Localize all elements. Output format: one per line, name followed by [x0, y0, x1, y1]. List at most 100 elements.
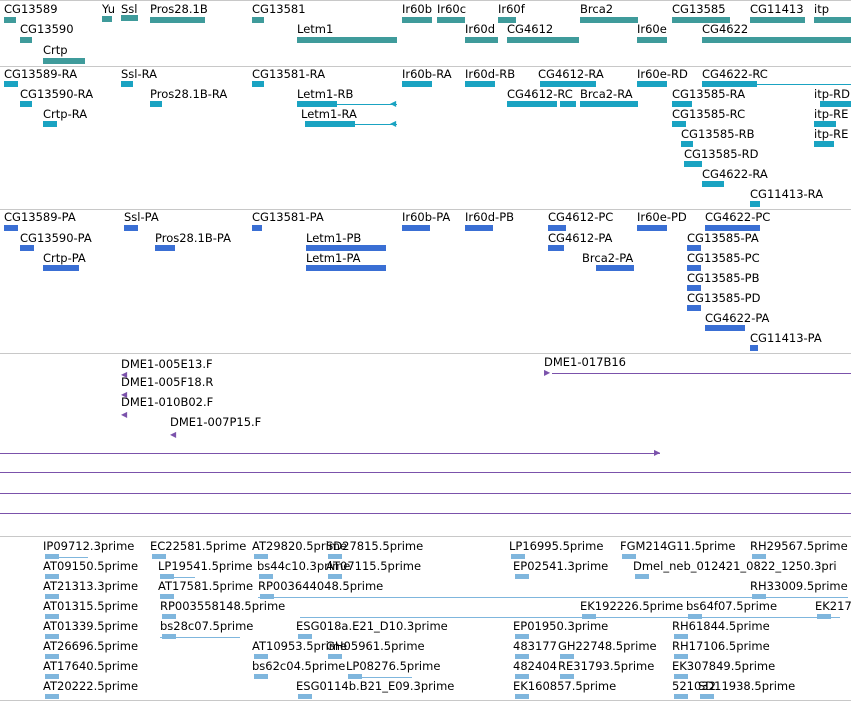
est-label[interactable]: LP19541.5prime — [158, 560, 252, 573]
transcript-label[interactable]: CG11413-PA — [750, 332, 822, 345]
transcript-label[interactable]: CG13581-RA — [252, 68, 325, 81]
transcript-label[interactable]: CG13585-RC — [672, 108, 745, 121]
est-label[interactable]: AT17640.5prime — [43, 660, 138, 673]
transcript-bar[interactable] — [124, 225, 138, 231]
transcript-bar[interactable] — [402, 225, 430, 231]
est-label[interactable]: SD27815.5prime — [326, 540, 423, 553]
transcript-bar[interactable] — [596, 265, 634, 271]
transcript-bar[interactable] — [814, 141, 834, 147]
clone-line[interactable] — [0, 472, 851, 473]
gene-label[interactable]: Yu — [102, 3, 115, 16]
gene-label[interactable]: Ir60f — [498, 3, 525, 16]
transcript-label[interactable]: Letm1-RA — [301, 108, 357, 121]
est-label[interactable]: IP09712.3prime — [43, 540, 134, 553]
transcript-label[interactable]: Crtp-PA — [43, 252, 86, 265]
transcript-label[interactable]: Brca2-RA — [580, 88, 633, 101]
transcript-bar[interactable] — [121, 81, 133, 87]
est-bar[interactable] — [622, 554, 636, 559]
intron-line[interactable] — [750, 84, 851, 85]
est-label[interactable]: EK192226.5prime — [580, 600, 683, 613]
transcript-label[interactable]: CG11413-RA — [750, 188, 823, 201]
transcript-label[interactable]: itp-RE — [814, 128, 848, 141]
est-line[interactable] — [300, 617, 840, 618]
transcript-bar[interactable] — [155, 245, 175, 251]
est-label[interactable]: SD11938.5prime — [698, 680, 795, 693]
est-bar[interactable] — [635, 574, 649, 579]
transcript-label[interactable]: CG13581-PA — [252, 211, 324, 224]
clone-label[interactable]: DME1-007P15.F — [170, 416, 261, 429]
est-bar[interactable] — [45, 554, 59, 559]
est-label[interactable]: RP003644048.5prime — [258, 580, 383, 593]
est-bar[interactable] — [515, 694, 529, 699]
est-bar[interactable] — [515, 574, 529, 579]
transcript-label[interactable]: Ir60d-RB — [465, 68, 515, 81]
transcript-label[interactable]: CG13585-PA — [687, 232, 759, 245]
transcript-bar[interactable] — [548, 225, 566, 231]
est-label[interactable]: GH22748.5prime — [558, 640, 657, 653]
est-bar[interactable] — [511, 554, 525, 559]
gene-bar[interactable] — [297, 37, 397, 43]
gene-label[interactable]: Ir60b — [402, 3, 432, 16]
est-label[interactable]: RH17106.5prime — [672, 640, 770, 653]
gene-bar[interactable] — [150, 17, 205, 23]
est-bar[interactable] — [560, 654, 574, 659]
transcript-bar[interactable] — [750, 345, 758, 351]
est-label[interactable]: Dmel_neb_012421_0822_1250.3pri — [633, 560, 837, 573]
transcript-bar[interactable] — [820, 101, 851, 107]
gene-label[interactable]: Pros28.1B — [150, 3, 208, 16]
transcript-label[interactable]: Ir60e-PD — [637, 211, 687, 224]
est-label[interactable]: RH29567.5prime — [750, 540, 848, 553]
est-bar[interactable] — [674, 694, 688, 699]
est-bar[interactable] — [45, 614, 59, 619]
gene-label[interactable]: Ir60e — [637, 23, 667, 36]
est-bar[interactable] — [674, 634, 688, 639]
gene-bar[interactable] — [814, 17, 851, 23]
est-label[interactable]: LP08276.5prime — [346, 660, 440, 673]
transcript-bar[interactable] — [306, 265, 386, 271]
est-label[interactable]: ESG0114b.B21_E09.3prime — [296, 680, 454, 693]
transcript-label[interactable]: CG4612-PC — [548, 211, 613, 224]
est-label[interactable]: 483177 — [513, 640, 557, 653]
est-label[interactable]: RH33009.5prime — [750, 580, 848, 593]
transcript-label[interactable]: Letm1-PB — [306, 232, 361, 245]
est-label[interactable]: AT01339.5prime — [43, 620, 138, 633]
est-bar[interactable] — [162, 614, 176, 619]
est-line[interactable] — [258, 597, 848, 598]
est-label[interactable]: EK217 — [815, 600, 851, 613]
est-label[interactable]: ESG018a.E21_D10.3prime — [296, 620, 448, 633]
est-label[interactable]: EP01950.3prime — [513, 620, 608, 633]
clone-label[interactable]: DME1-010B02.F — [121, 396, 213, 409]
est-bar[interactable] — [45, 634, 59, 639]
est-label[interactable]: EC22581.5prime — [150, 540, 246, 553]
transcript-label[interactable]: Pros28.1B-PA — [155, 232, 231, 245]
gene-bar[interactable] — [43, 58, 85, 64]
gene-label[interactable]: itp — [814, 3, 829, 16]
gene-bar[interactable] — [20, 37, 32, 43]
transcript-label[interactable]: CG4612-PA — [548, 232, 612, 245]
transcript-label[interactable]: Crtp-RA — [43, 108, 87, 121]
transcript-bar[interactable] — [43, 265, 79, 271]
transcript-bar[interactable] — [20, 245, 34, 251]
transcript-label[interactable]: CG13590-RA — [20, 88, 93, 101]
est-bar[interactable] — [328, 574, 342, 579]
gene-label[interactable]: CG13589 — [4, 3, 58, 16]
gene-label[interactable]: CG4622 — [702, 23, 748, 36]
est-line[interactable] — [58, 557, 88, 558]
transcript-bar[interactable] — [4, 81, 18, 87]
gene-bar[interactable] — [402, 17, 432, 23]
transcript-bar[interactable] — [20, 101, 32, 107]
gene-bar[interactable] — [4, 17, 16, 23]
transcript-bar[interactable] — [4, 225, 18, 231]
transcript-bar[interactable] — [560, 101, 576, 107]
transcript-bar[interactable] — [43, 121, 57, 127]
transcript-bar[interactable] — [580, 101, 638, 107]
est-label[interactable]: AT07115.5prime — [326, 560, 421, 573]
transcript-label[interactable]: Brca2-PA — [582, 252, 633, 265]
transcript-bar[interactable] — [252, 225, 262, 231]
transcript-label[interactable]: CG13589-PA — [4, 211, 76, 224]
est-label[interactable]: EP02541.3prime — [513, 560, 608, 573]
transcript-bar[interactable] — [465, 81, 495, 87]
gene-label[interactable]: CG11413 — [750, 3, 804, 16]
est-label[interactable]: RE31793.5prime — [558, 660, 654, 673]
transcript-bar[interactable] — [672, 101, 692, 107]
